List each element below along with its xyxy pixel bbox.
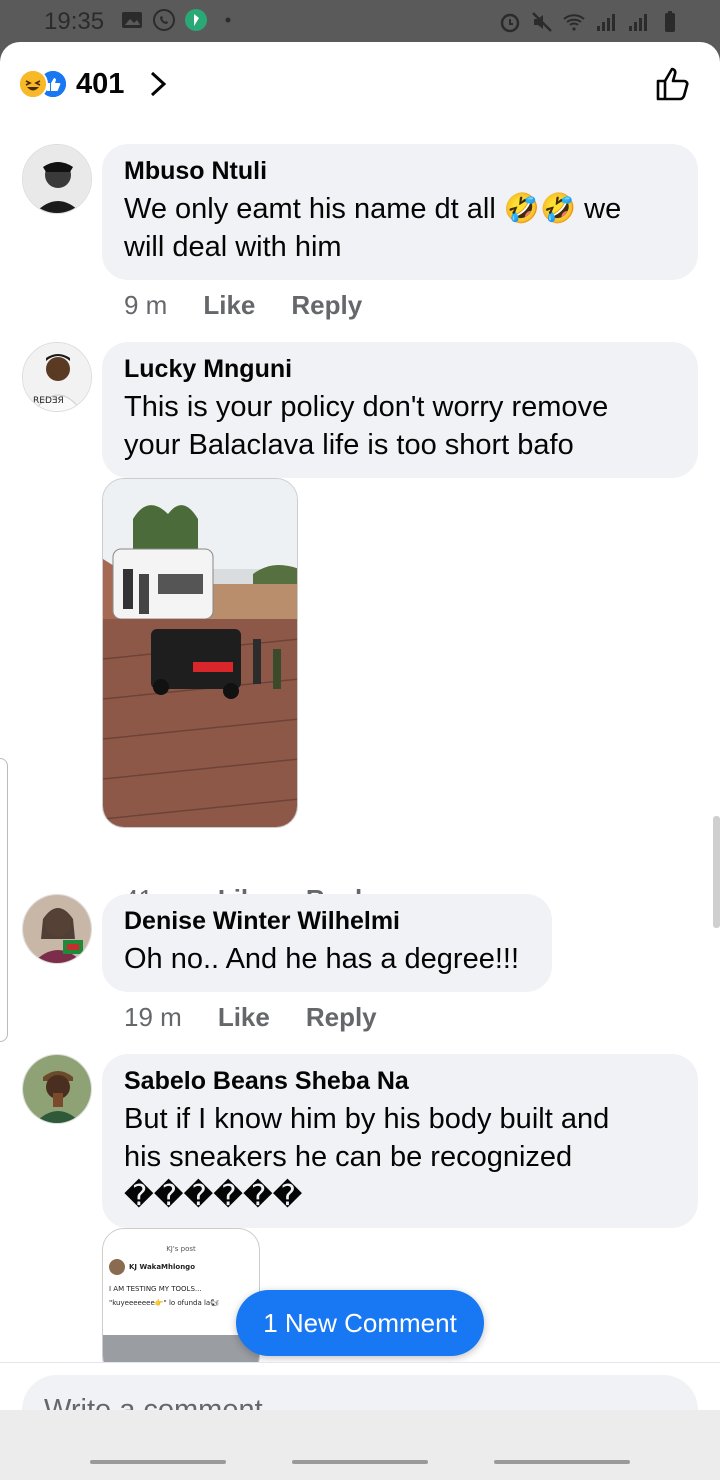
- app-icon: [185, 9, 207, 31]
- comment-text: But if I know him by his body built and: [124, 1103, 610, 1135]
- avatar[interactable]: REDƎЯ: [22, 342, 92, 412]
- comment-item: Denise Winter Wilhelmi Oh no.. And he ha…: [22, 894, 702, 1034]
- comment-photo[interactable]: [102, 478, 298, 828]
- comment-actions: 9 m Like Reply: [124, 290, 362, 321]
- comment-text: ������: [124, 1178, 303, 1212]
- comment-text: Oh no.. And he has a degree!!!: [124, 943, 520, 975]
- reply-link[interactable]: Reply: [291, 290, 362, 321]
- status-time: 19:35: [44, 8, 105, 35]
- comment-actions: 19 m Like Reply: [124, 1002, 377, 1033]
- nav-back-button[interactable]: [494, 1460, 630, 1464]
- reactions-summary[interactable]: 401: [18, 64, 168, 104]
- comment-bubble: Mbuso Ntuli We only eamt his name dt all…: [102, 144, 698, 280]
- avatar: [109, 1259, 125, 1275]
- wifi-icon: [563, 14, 585, 31]
- comments-sheet: 401 Mbuso Ntuli We only eamt his name dt…: [0, 42, 720, 1480]
- attachment-header: KJ's post: [166, 1245, 196, 1253]
- mute-icon: [532, 12, 552, 32]
- svg-text:REDƎЯ: REDƎЯ: [33, 396, 64, 406]
- attachment-text: "kuyeeeeeee👉" lo ofunda la🐿: [109, 1299, 220, 1307]
- avatar[interactable]: [22, 1054, 92, 1124]
- comment-text: This is your policy don't worry remove: [124, 391, 609, 423]
- comment-text: We only eamt his name dt all 🤣🤣 we: [124, 193, 622, 225]
- like-link[interactable]: Like: [218, 1002, 270, 1033]
- image-icon: [122, 12, 142, 28]
- comment-text: his sneakers he can be recognized: [124, 1141, 573, 1173]
- chevron-right-icon[interactable]: [148, 70, 168, 98]
- signal-icon: [629, 14, 647, 31]
- side-panel-edge: [0, 758, 8, 1042]
- whatsapp-icon: [153, 9, 175, 31]
- reaction-count: 401: [76, 67, 125, 100]
- comment-text: will deal with him: [124, 231, 342, 263]
- comment-bubble: Sabelo Beans Sheba Na But if I know him …: [102, 1054, 698, 1228]
- comment-text: your Balaclava life is too short bafo: [124, 429, 574, 461]
- comment-author[interactable]: Mbuso Ntuli: [124, 156, 676, 186]
- new-comment-button[interactable]: 1 New Comment: [236, 1290, 484, 1356]
- like-link[interactable]: Like: [203, 290, 255, 321]
- comment-photo[interactable]: KJ's post KJ WakaMhlongo I AM TESTING MY…: [102, 1228, 260, 1378]
- system-nav-bar: [0, 1410, 720, 1480]
- avatar[interactable]: [22, 894, 92, 964]
- nav-recent-button[interactable]: [90, 1460, 226, 1464]
- attachment-text: I AM TESTING MY TOOLS...: [109, 1285, 202, 1293]
- haha-icon: [18, 69, 48, 99]
- comment-author[interactable]: Denise Winter Wilhelmi: [124, 906, 530, 936]
- alarm-icon: [500, 13, 520, 33]
- avatar[interactable]: [22, 144, 92, 214]
- comment-item: REDƎЯ Lucky Mnguni This is your policy d…: [22, 342, 702, 914]
- reply-link[interactable]: Reply: [306, 1002, 377, 1033]
- signal-icon: [597, 14, 615, 31]
- like-outline-icon[interactable]: [654, 64, 694, 104]
- comment-bubble: Lucky Mnguni This is your policy don't w…: [102, 342, 698, 478]
- comment-time: 19 m: [124, 1002, 182, 1032]
- battery-icon: [665, 11, 675, 32]
- nav-home-button[interactable]: [292, 1460, 428, 1464]
- dot-icon: [225, 17, 231, 23]
- comment-author[interactable]: Sabelo Beans Sheba Na: [124, 1066, 676, 1096]
- scrollbar[interactable]: [713, 816, 720, 928]
- comment-author[interactable]: Lucky Mnguni: [124, 354, 676, 384]
- attachment-author: KJ WakaMhlongo: [129, 1263, 196, 1271]
- comment-time: 9 m: [124, 290, 168, 320]
- status-bar: 19:35: [0, 0, 720, 42]
- comment-item: Mbuso Ntuli We only eamt his name dt all…: [22, 144, 702, 344]
- comment-bubble: Denise Winter Wilhelmi Oh no.. And he ha…: [102, 894, 552, 992]
